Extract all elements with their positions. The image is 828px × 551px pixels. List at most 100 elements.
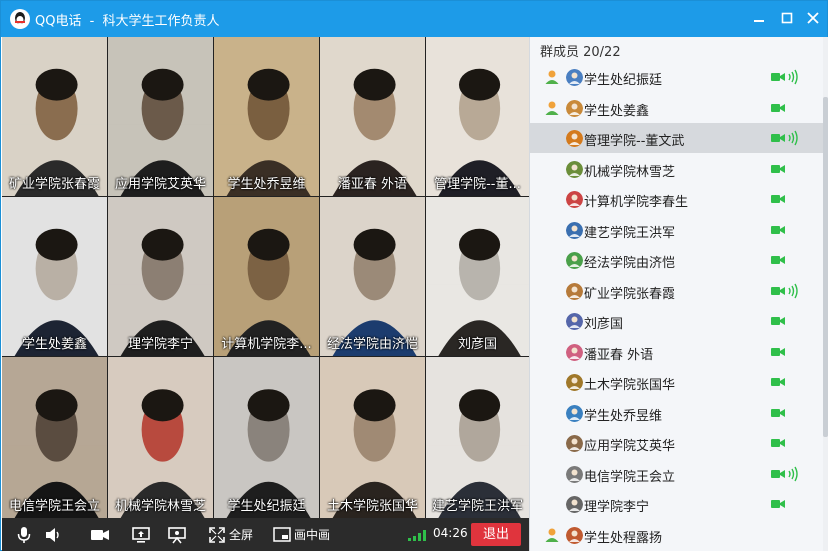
member-row[interactable]: 管理学院--董文武	[530, 123, 828, 153]
member-name: 潘亚春 外语	[584, 347, 654, 363]
member-row[interactable]: 土木学院张国华	[530, 367, 828, 397]
member-avatar	[566, 526, 583, 544]
video-tile[interactable]: 电信学院王会立	[2, 357, 107, 518]
member-name: 应用学院艾英华	[584, 439, 676, 454]
member-name: 土木学院张国华	[584, 378, 676, 393]
video-tile[interactable]: 潘亚春 外语	[320, 37, 425, 196]
camera-button[interactable]	[90, 524, 112, 546]
video-tile[interactable]: 管理学院--董...	[426, 37, 529, 196]
speaker-icon	[46, 528, 59, 542]
minimize-button[interactable]	[749, 8, 769, 28]
maximize-icon	[781, 12, 793, 24]
app-name: QQ电话	[35, 14, 82, 29]
member-name: 刘彦国	[584, 317, 624, 332]
microphone-icon	[17, 527, 31, 543]
member-row[interactable]: 学生处姜鑫	[530, 93, 828, 123]
fullscreen-icon	[209, 527, 225, 543]
member-list-scroll-thumb[interactable]	[823, 97, 828, 437]
window-title: QQ电话 - 科大学生工作负责人	[35, 10, 219, 29]
screen-share-icon	[132, 527, 150, 543]
member-name: 机械学院林雪芝	[584, 164, 676, 180]
group-name: 科大学生工作负责人	[102, 14, 220, 29]
member-row[interactable]: 潘亚春 外语	[530, 337, 828, 367]
participant-name: 电信学院王会立	[8, 499, 100, 514]
video-feed	[320, 357, 425, 518]
member-name: 学生处纪振廷	[584, 73, 663, 88]
member-row[interactable]: 建艺学院王洪军	[530, 215, 828, 245]
member-row[interactable]: 电信学院王会立	[530, 459, 828, 489]
participant-name: 潘亚春 外语	[337, 177, 408, 192]
member-row[interactable]: 计算机学院李春生	[530, 184, 828, 214]
member-name: 矿业学院张春霞	[584, 286, 676, 302]
maximize-button[interactable]	[777, 8, 797, 28]
video-tile[interactable]: 计算机学院李...	[214, 197, 319, 356]
member-avatar	[566, 374, 583, 391]
video-tile[interactable]: 矿业学院张春霞	[2, 37, 107, 196]
member-row[interactable]: 学生处乔昱维	[530, 398, 828, 428]
camera-on-icon	[771, 439, 785, 447]
member-row[interactable]: 学生处纪振廷	[530, 62, 828, 92]
video-tile[interactable]: 机械学院林雪芝	[108, 357, 213, 518]
member-row[interactable]: 机械学院林雪芝	[530, 154, 828, 184]
participant-name: 学生处乔昱维	[227, 177, 306, 192]
speaking-indicator-icon	[788, 283, 798, 298]
member-count-header: 群成员 20/22	[540, 45, 621, 60]
presenter-icon	[168, 527, 186, 544]
member-name: 理学院李宁	[584, 500, 650, 515]
member-row[interactable]: 理学院李宁	[530, 489, 828, 519]
video-tile[interactable]: 经法学院由济恺	[320, 197, 425, 356]
video-feed	[108, 357, 213, 518]
member-name: 学生处程露扬	[584, 530, 663, 546]
pip-label: 画中画	[294, 528, 331, 542]
participant-name: 应用学院艾英华	[114, 177, 206, 192]
member-row[interactable]: 矿业学院张春霞	[530, 276, 828, 306]
speaking-indicator-icon	[788, 69, 798, 85]
participant-name: 管理学院--董...	[434, 177, 521, 192]
fullscreen-label: 全屏	[229, 528, 254, 542]
video-tile[interactable]: 土木学院张国华	[320, 357, 425, 518]
member-name: 学生处乔昱维	[584, 408, 663, 424]
camera-on-icon	[771, 225, 785, 234]
participant-name: 学生处姜鑫	[21, 337, 87, 352]
close-button[interactable]	[803, 8, 823, 28]
presenter-button[interactable]	[167, 524, 187, 546]
video-tile[interactable]: 学生处纪振廷	[214, 357, 319, 518]
camera-on-icon	[771, 408, 785, 417]
member-row[interactable]: 经法学院由济恺	[530, 245, 828, 275]
video-feed	[2, 357, 107, 518]
camera-icon	[91, 530, 109, 540]
member-avatar	[566, 343, 583, 361]
member-row[interactable]: 学生处程露扬	[530, 520, 828, 550]
camera-on-icon	[771, 256, 785, 264]
member-avatar	[566, 435, 583, 452]
screen-share-button[interactable]	[131, 524, 151, 546]
microphone-button[interactable]	[14, 524, 34, 546]
video-tile[interactable]: 理学院李宁	[108, 197, 213, 356]
member-avatar	[566, 496, 583, 513]
video-tile[interactable]: 学生处姜鑫	[2, 197, 107, 356]
minimize-icon	[754, 20, 764, 22]
video-tile[interactable]: 应用学院艾英华	[108, 37, 213, 196]
video-tile[interactable]: 学生处乔昱维	[214, 37, 319, 196]
title-bar[interactable]: QQ电话 - 科大学生工作负责人	[1, 1, 827, 37]
participant-name: 经法学院由济恺	[326, 337, 418, 352]
picture-in-picture-button[interactable]: 画中画	[272, 524, 332, 546]
fullscreen-button[interactable]: 全屏	[207, 524, 255, 546]
host-person-icon	[545, 101, 559, 115]
member-row[interactable]: 应用学院艾英华	[530, 428, 828, 458]
signal-strength-icon	[408, 530, 426, 541]
speaker-button[interactable]	[43, 524, 63, 546]
participant-name: 刘彦国	[457, 337, 497, 352]
exit-call-button[interactable]: 退出	[471, 523, 521, 546]
member-avatar	[566, 404, 583, 422]
video-tile[interactable]: 建艺学院王洪军	[426, 357, 529, 518]
qq-logo-icon	[10, 9, 30, 29]
title-separator: -	[89, 14, 95, 29]
video-grid: 矿业学院张春霞 应用学院艾英华 学生处乔昱维 潘亚春 外语 管理学院--董... 学生处姜…	[2, 37, 529, 518]
video-tile[interactable]: 刘彦国	[426, 197, 529, 356]
call-control-bar: 全屏 画中画 04:26 退出	[2, 518, 529, 551]
participant-name: 计算机学院李...	[221, 337, 312, 352]
member-avatar	[566, 252, 583, 269]
member-row[interactable]: 刘彦国	[530, 306, 828, 336]
participant-name: 土木学院张国华	[326, 499, 418, 514]
